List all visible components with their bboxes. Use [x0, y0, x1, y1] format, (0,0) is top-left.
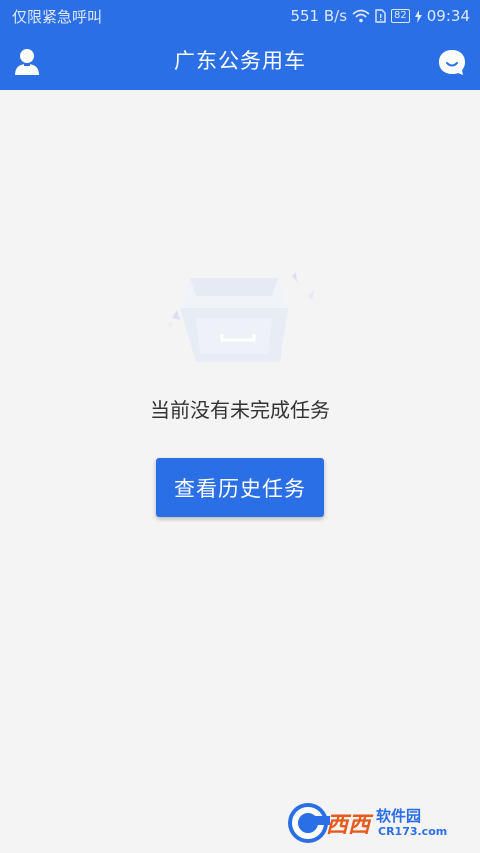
watermark-sub: 软件园: [376, 807, 422, 825]
watermark: 西西 软件园 CR173.com: [286, 801, 462, 845]
status-carrier-text: 仅限紧急呼叫: [12, 7, 103, 26]
view-history-tasks-button[interactable]: 查看历史任务: [156, 458, 324, 517]
watermark-logo-icon: [288, 803, 330, 843]
wifi-icon: [352, 9, 370, 23]
network-speed: 551 B/s: [290, 7, 348, 25]
charging-icon: [414, 9, 422, 23]
status-time: 09:34: [426, 7, 470, 25]
battery-indicator: 82: [391, 9, 410, 23]
empty-box-icon: [168, 272, 314, 362]
app-header: 广东公务用车: [0, 32, 480, 90]
empty-state-message: 当前没有未完成任务: [150, 398, 330, 422]
status-right-group: 551 B/s 82 09:34: [290, 7, 470, 25]
status-bar: 仅限紧急呼叫 551 B/s 82 09:34: [0, 0, 480, 32]
sim-icon: [375, 9, 386, 23]
watermark-url: CR173.com: [378, 825, 448, 838]
chat-icon[interactable]: [438, 49, 466, 76]
page-title: 广东公务用车: [174, 49, 306, 73]
watermark-brand: 西西: [326, 813, 371, 838]
